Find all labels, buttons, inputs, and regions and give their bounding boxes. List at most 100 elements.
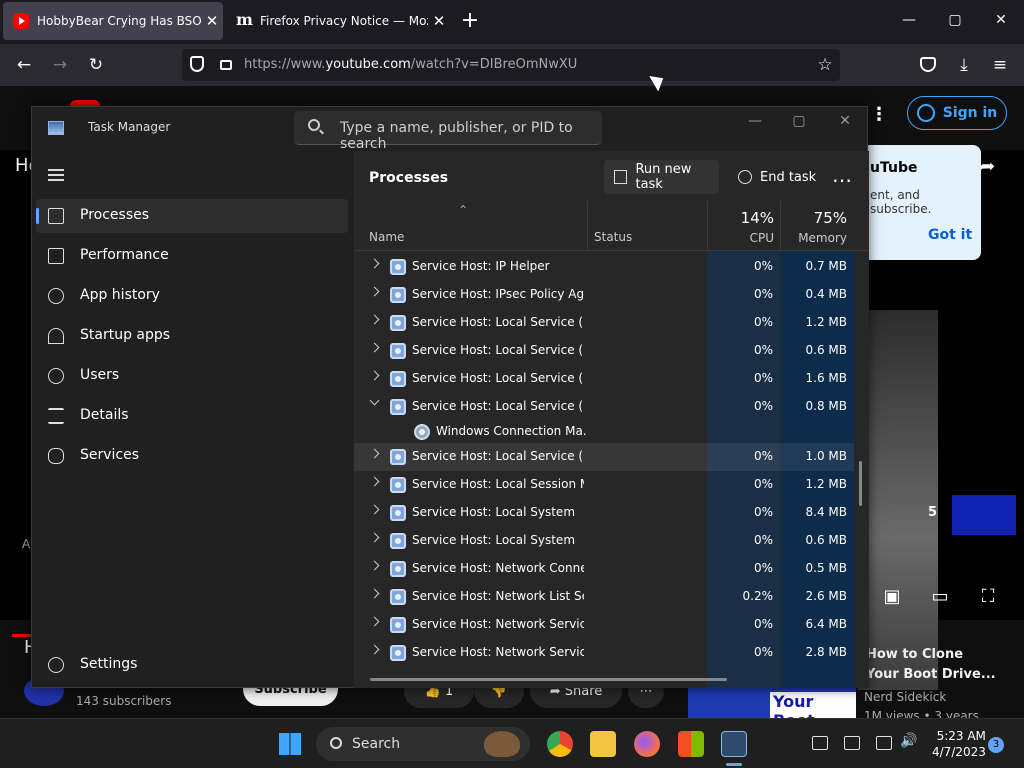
column-divider[interactable]	[780, 201, 781, 251]
process-row[interactable]: Service Host: Network List Ser... 0.2% 2.6…	[354, 583, 854, 611]
share-arrow-icon[interactable]: ➦	[980, 156, 995, 177]
volume-icon[interactable]: 🔊	[900, 733, 917, 749]
youtube-more-icon[interactable]: ⋮	[870, 104, 888, 125]
recommended-thumbnail[interactable]: Your Boot	[688, 686, 856, 730]
chevron-right-icon[interactable]	[369, 616, 380, 627]
process-row[interactable]: Service Host: Local Service (N... 0% 0.8 M…	[354, 393, 854, 421]
task-manager-taskbar-icon[interactable]	[721, 731, 747, 757]
bookmark-star-icon[interactable]: ☆	[814, 54, 836, 76]
chevron-right-icon[interactable]	[369, 342, 380, 353]
nav-users[interactable]: Users	[36, 359, 348, 393]
chevron-right-icon[interactable]	[369, 504, 380, 515]
task-manager-titlebar[interactable]: Task Manager Type a name, publisher, or …	[32, 107, 867, 152]
process-name: Service Host: Local System	[412, 533, 576, 547]
column-divider[interactable]	[587, 201, 588, 251]
more-options-icon[interactable]: …	[832, 165, 853, 185]
chevron-right-icon[interactable]	[369, 644, 380, 655]
process-row[interactable]: Service Host: Network Service 0% 2.8 MB	[354, 639, 854, 667]
process-row[interactable]: Service Host: Local Service (N... 0% 1.6 M…	[354, 365, 854, 393]
process-row[interactable]: Service Host: Local Service (N... 0% 1.0 M…	[354, 443, 854, 471]
chevron-right-icon[interactable]	[369, 314, 380, 325]
nav-settings[interactable]: Settings	[36, 648, 348, 682]
back-button[interactable]: ←	[13, 54, 35, 76]
sort-ascending-icon[interactable]: ⌃	[458, 203, 468, 217]
end-task-button[interactable]: End task	[728, 160, 818, 194]
recommended-channel[interactable]: Nerd Sidekick	[864, 690, 946, 704]
chevron-right-icon[interactable]	[369, 588, 380, 599]
file-explorer-icon[interactable]	[590, 731, 616, 757]
taskbar-search[interactable]: Search	[316, 727, 530, 761]
tm-maximize-button[interactable]: ▢	[784, 113, 814, 137]
nav-app-history[interactable]: App history	[36, 279, 348, 313]
nav-details[interactable]: Details	[36, 399, 348, 433]
browser-restore-button[interactable]: ▢	[940, 12, 970, 28]
store-icon[interactable]	[678, 731, 704, 757]
process-row[interactable]: Service Host: Local System 0% 0.6 MB	[354, 527, 854, 555]
column-memory[interactable]: Memory	[784, 231, 847, 245]
nav-performance[interactable]: Performance	[36, 239, 348, 273]
url-bar[interactable]: https://www.youtube.com/watch?v=DIBreOmN…	[182, 49, 840, 81]
lock-icon[interactable]	[220, 60, 232, 70]
fullscreen-icon[interactable]: ⛶	[976, 586, 1000, 608]
chevron-right-icon[interactable]	[369, 448, 380, 459]
start-icon[interactable]	[279, 733, 301, 755]
chevron-down-icon[interactable]	[369, 395, 380, 406]
close-tab-icon[interactable]: ✕	[428, 12, 450, 30]
hamburger-menu-icon[interactable]	[48, 169, 64, 181]
horizontal-scrollbar[interactable]	[370, 678, 727, 681]
recommended-title-line1[interactable]: How to Clone	[866, 647, 963, 662]
nav-startup-apps[interactable]: Startup apps	[36, 319, 348, 353]
chevron-right-icon[interactable]	[369, 286, 380, 297]
process-row[interactable]: Service Host: Local Session M... 0% 1.2 MB	[354, 471, 854, 499]
chrome-icon[interactable]	[547, 731, 573, 757]
firefox-icon[interactable]	[634, 731, 660, 757]
process-row[interactable]: Service Host: IPsec Policy Agent 0% 0.4 MB	[354, 281, 854, 309]
browser-minimize-button[interactable]: —	[894, 12, 924, 28]
chevron-right-icon[interactable]	[369, 560, 380, 571]
process-row[interactable]: Service Host: Local Service (N... 0% 1.2 M…	[354, 309, 854, 337]
notification-badge[interactable]: 3	[988, 737, 1004, 753]
chevron-right-icon[interactable]	[369, 258, 380, 269]
tracking-shield-icon[interactable]	[190, 56, 204, 72]
miniplayer-icon[interactable]: ▣	[880, 586, 904, 608]
vertical-scrollbar[interactable]	[859, 461, 862, 506]
youtube-sign-in-button[interactable]: Sign in	[907, 96, 1007, 130]
process-row[interactable]: Service Host: Local Service (N... 0% 0.6 M…	[354, 337, 854, 365]
column-status[interactable]: Status	[594, 230, 632, 244]
reload-button[interactable]: ↻	[85, 54, 107, 76]
network-icon[interactable]	[876, 736, 892, 750]
downloads-icon[interactable]: ⤓	[953, 54, 975, 76]
process-search-input[interactable]: Type a name, publisher, or PID to search	[294, 111, 602, 152]
process-child-row[interactable]: Windows Connection Ma...	[354, 421, 854, 443]
process-row[interactable]: Service Host: Local System 0% 8.4 MB	[354, 499, 854, 527]
tm-minimize-button[interactable]: —	[740, 113, 770, 137]
column-name[interactable]: Name	[369, 230, 404, 244]
nav-processes[interactable]: Processes	[36, 199, 348, 233]
process-row[interactable]: Service Host: Network Connec... 0% 0.5 MB	[354, 555, 854, 583]
tray-app-icon[interactable]	[812, 736, 828, 750]
browser-close-button[interactable]: ✕	[986, 12, 1016, 28]
recommended-title-line2[interactable]: Your Boot Drive...	[866, 667, 996, 682]
tray-display-icon[interactable]	[844, 736, 860, 750]
url-text[interactable]: https://www.youtube.com/watch?v=DIBreOmN…	[244, 57, 577, 72]
nav-services[interactable]: Services	[36, 439, 348, 473]
column-divider[interactable]	[707, 201, 708, 251]
forward-button[interactable]: →	[49, 54, 71, 76]
app-menu-icon[interactable]: ≡	[989, 54, 1011, 76]
tab-youtube[interactable]: HobbyBear Crying Has BSOD ✕	[3, 2, 223, 40]
theater-mode-icon[interactable]: ▭	[928, 586, 952, 608]
taskbar-clock[interactable]: 5:23 AM 4/7/2023	[932, 728, 986, 760]
new-tab-button[interactable]: +	[458, 10, 482, 34]
process-row[interactable]: Service Host: Network Service 0% 6.4 MB	[354, 611, 854, 639]
chevron-right-icon[interactable]	[369, 370, 380, 381]
tab-firefox-privacy[interactable]: m Firefox Privacy Notice — Mozilla ✕	[226, 2, 450, 40]
run-new-task-button[interactable]: Run new task	[604, 160, 719, 194]
pocket-icon[interactable]	[920, 57, 936, 72]
close-tab-icon[interactable]: ✕	[201, 12, 223, 30]
chevron-right-icon[interactable]	[369, 476, 380, 487]
column-cpu[interactable]: CPU	[710, 231, 774, 245]
tm-close-button[interactable]: ✕	[830, 113, 860, 137]
process-row[interactable]: Service Host: IP Helper 0% 0.7 MB	[354, 253, 854, 281]
chevron-right-icon[interactable]	[369, 532, 380, 543]
got-it-button[interactable]: Got it	[928, 227, 972, 243]
